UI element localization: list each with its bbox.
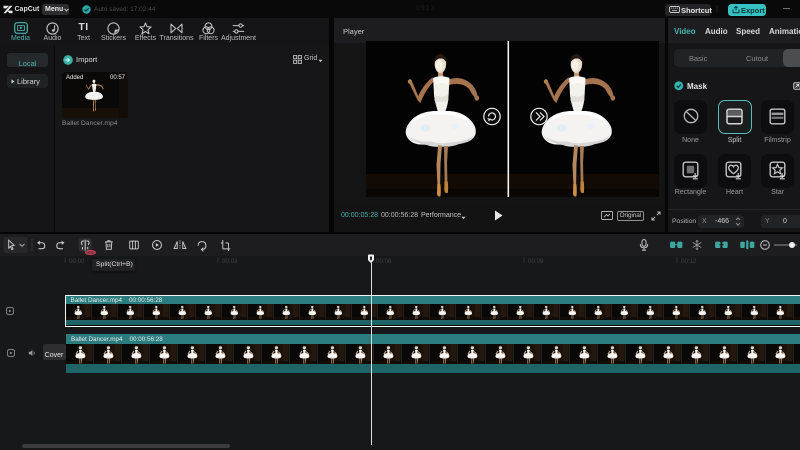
- svg-text:00:09: 00:09: [528, 258, 544, 265]
- svg-text:00:06: 00:06: [376, 258, 392, 265]
- svg-text:00:12: 00:12: [681, 258, 697, 265]
- svg-text:00:03: 00:03: [222, 258, 238, 265]
- svg-text:00:00: 00:00: [69, 258, 85, 265]
